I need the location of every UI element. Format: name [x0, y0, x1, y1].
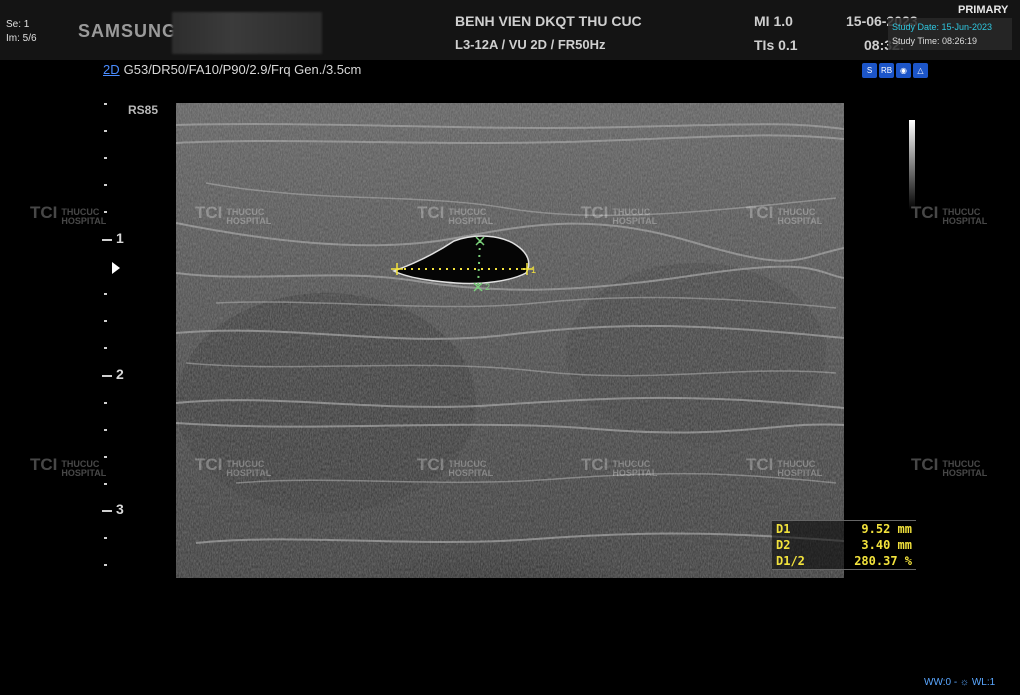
- focus-marker-icon[interactable]: [112, 262, 120, 274]
- depth-tick: [104, 130, 107, 132]
- rb-icon: RB: [879, 63, 894, 78]
- depth-scale: 1 2 3: [100, 95, 130, 575]
- watermark-mark: TCI: [195, 203, 223, 222]
- watermark: TCI THUCUC HOSPITAL: [30, 204, 107, 226]
- thermal-index: TIs 0.1: [754, 37, 798, 53]
- grayscale-bar: [909, 120, 915, 210]
- study-time: Study Time: 08:26:19: [892, 36, 978, 46]
- depth-tick: [104, 564, 107, 566]
- mode-button[interactable]: 2D: [103, 62, 120, 77]
- depth-tick: [104, 103, 107, 105]
- watermark-mark: TCI: [30, 455, 58, 474]
- depth-tick-major: [102, 375, 112, 377]
- imaging-parameters: 2D G53/DR50/FA10/P90/2.9/Frq Gen./3.5cm: [103, 62, 361, 77]
- image-number: Im: 5/6: [6, 33, 37, 44]
- watermark-line2: HOSPITAL: [612, 216, 658, 226]
- depth-label-3: 3: [116, 501, 124, 517]
- depth-tick: [104, 184, 107, 186]
- watermark-line2: HOSPITAL: [226, 468, 272, 478]
- study-info-box: Study Date: 15-Jun-2023 Study Time: 08:2…: [888, 18, 1012, 50]
- header-bar: Se: 1 Im: 5/6 SAMSUNG BENH VIEN DKQT THU…: [0, 0, 1020, 60]
- depth-label-2: 2: [116, 366, 124, 382]
- watermark-line2: HOSPITAL: [448, 468, 494, 478]
- measurement-row: D1/2 280.37 %: [772, 553, 916, 569]
- s-icon: S: [862, 63, 877, 78]
- watermark: TCI THUCUC HOSPITAL: [746, 204, 823, 226]
- probe-info: L3-12A / VU 2D / FR50Hz: [455, 37, 606, 52]
- watermark-line2: HOSPITAL: [61, 216, 107, 226]
- measurement-label: D1/2: [776, 554, 805, 568]
- measurement-value: 9.52 mm: [861, 522, 912, 536]
- measurement-value: 3.40 mm: [861, 538, 912, 552]
- depth-tick: [104, 537, 107, 539]
- watermark-mark: TCI: [746, 203, 774, 222]
- watermark-line2: HOSPITAL: [777, 216, 823, 226]
- depth-tick: [104, 402, 107, 404]
- watermark-line2: HOSPITAL: [61, 468, 107, 478]
- depth-tick-major: [102, 510, 112, 512]
- watermark: TCI THUCUC HOSPITAL: [417, 456, 494, 478]
- watermark-line2: HOSPITAL: [942, 216, 988, 226]
- watermark: TCI THUCUC HOSPITAL: [581, 204, 658, 226]
- depth-tick: [104, 320, 107, 322]
- watermark-mark: TCI: [746, 455, 774, 474]
- watermark-mark: TCI: [911, 455, 939, 474]
- depth-tick-major: [102, 239, 112, 241]
- watermark: TCI THUCUC HOSPITAL: [746, 456, 823, 478]
- person-icon: △: [913, 63, 928, 78]
- depth-tick: [104, 483, 107, 485]
- study-date: Study Date: 15-Jun-2023: [892, 22, 993, 32]
- preset-label: RS85: [128, 103, 159, 117]
- series-info: Se: 1 Im: 5/6: [6, 18, 37, 46]
- caliper-d1-label: 1: [531, 265, 536, 275]
- watermark: TCI THUCUC HOSPITAL: [195, 204, 272, 226]
- series-number: Se: 1: [6, 19, 30, 30]
- depth-tick: [104, 293, 107, 295]
- depth-tick: [104, 456, 107, 458]
- depth-tick: [104, 429, 107, 431]
- measurement-row: D1 9.52 mm: [772, 521, 916, 537]
- watermark-mark: TCI: [581, 203, 609, 222]
- measurement-label: D1: [776, 522, 791, 536]
- manufacturer-logo: SAMSUNG: [78, 21, 178, 41]
- watermark-mark: TCI: [417, 203, 445, 222]
- watermark-mark: TCI: [30, 203, 58, 222]
- watermark-line2: HOSPITAL: [448, 216, 494, 226]
- watermark: TCI THUCUC HOSPITAL: [911, 204, 988, 226]
- eye-icon: ◉: [896, 63, 911, 78]
- watermark: TCI THUCUC HOSPITAL: [911, 456, 988, 478]
- hospital-name: BENH VIEN DKQT THU CUC: [455, 13, 642, 29]
- watermark-mark: TCI: [195, 455, 223, 474]
- watermark: TCI THUCUC HOSPITAL: [581, 456, 658, 478]
- measurement-row: D2 3.40 mm: [772, 537, 916, 553]
- watermark-line2: HOSPITAL: [226, 216, 272, 226]
- measurement-panel: D1 9.52 mm D2 3.40 mm D1/2 280.37 %: [772, 520, 916, 570]
- primary-label: PRIMARY: [958, 4, 1009, 16]
- watermark-line2: HOSPITAL: [777, 468, 823, 478]
- watermark-line2: HOSPITAL: [612, 468, 658, 478]
- caliper-d2-label: 2: [485, 282, 490, 292]
- parameter-text: G53/DR50/FA10/P90/2.9/Frq Gen./3.5cm: [123, 62, 362, 77]
- depth-tick: [104, 157, 107, 159]
- measurement-label: D2: [776, 538, 791, 552]
- patient-info-redacted: [172, 12, 322, 54]
- depth-label-1: 1: [116, 230, 124, 246]
- watermark-line2: HOSPITAL: [942, 468, 988, 478]
- measurement-value: 280.37 %: [854, 554, 912, 568]
- depth-tick: [104, 347, 107, 349]
- watermark: TCI THUCUC HOSPITAL: [195, 456, 272, 478]
- watermark-mark: TCI: [911, 203, 939, 222]
- watermark: TCI THUCUC HOSPITAL: [30, 456, 107, 478]
- ultrasound-image[interactable]: 1 2: [176, 103, 844, 578]
- window-level-readout: WW:0 - ☼ WL:1: [924, 677, 996, 688]
- status-icons: S RB ◉ △: [862, 63, 928, 78]
- watermark-mark: TCI: [581, 455, 609, 474]
- watermark: TCI THUCUC HOSPITAL: [417, 204, 494, 226]
- mechanical-index: MI 1.0: [754, 13, 793, 29]
- watermark-mark: TCI: [417, 455, 445, 474]
